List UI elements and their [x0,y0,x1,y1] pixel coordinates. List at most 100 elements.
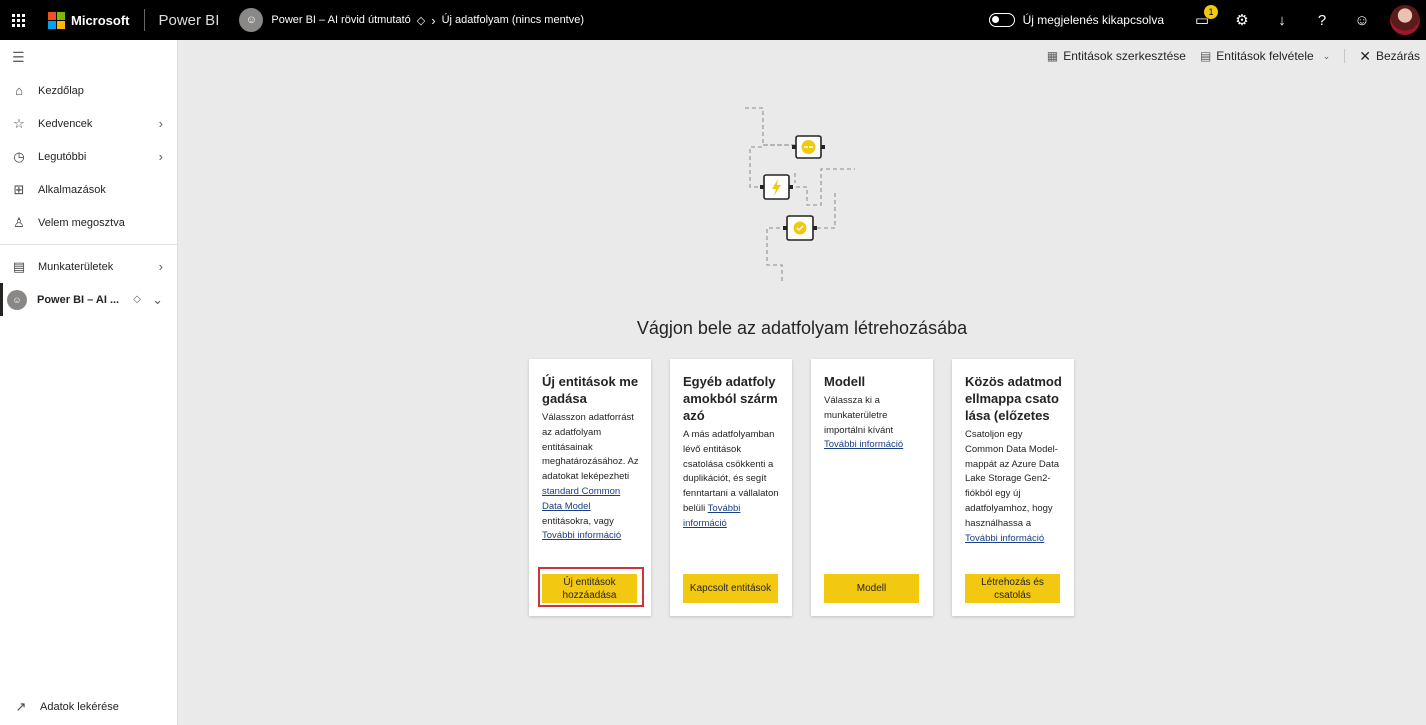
edit-entities-button[interactable]: ▦ Entitások szerkesztése [1047,49,1186,63]
sidebar-item-favorites[interactable]: ☆ Kedvencek › [0,107,177,140]
feedback-button[interactable]: ☺ [1342,0,1382,40]
chevron-down-icon[interactable]: ⌄ [152,292,163,308]
learn-more-link[interactable]: További információ [542,530,621,541]
sidebar-item-recent[interactable]: ◷ Legutóbbi › [0,140,177,173]
close-label: Bezárás [1375,49,1420,63]
card-attach-cdm-folder: Közös adatmodellmappa csatolása (előzete… [952,359,1074,616]
gear-icon: ⚙ [1235,12,1249,29]
close-icon: ✕ [1359,47,1371,64]
learn-more-link[interactable]: További információ [824,439,903,450]
card-title: Közös adatmodellmappa csatolása (előzete… [965,374,1062,423]
apps-icon: ⊞ [13,181,25,197]
workspace-avatar-icon: ☺ [7,289,27,310]
new-look-label: Új megjelenés kikapcsolva [1022,13,1164,27]
cdm-link[interactable]: standard Common Data Model [542,486,620,512]
microsoft-logo-icon [48,11,65,29]
sidebar-item-label: Kezdőlap [38,84,84,97]
add-new-entities-button[interactable]: Új entitások hozzáadása [542,574,637,603]
chevron-right-icon[interactable]: › [159,259,163,274]
help-button[interactable]: ? [1302,0,1342,40]
divider [0,244,177,245]
power-query-node-icon [760,174,793,200]
model-button[interactable]: Modell [824,574,919,603]
new-look-toggle[interactable] [988,13,1015,27]
premium-diamond-icon: ◇ [133,294,141,305]
sidebar: ☰ ⌂ Kezdőlap ☆ Kedvencek › ◷ Legutóbbi ›… [0,40,178,725]
notification-badge: 1 [1204,5,1218,19]
divider [1344,49,1346,63]
add-table-icon: ▤ [1199,49,1212,63]
shared-icon: ♙ [13,214,25,230]
sidebar-item-label: Power BI – AI ... [37,293,120,306]
sidebar-item-home[interactable]: ⌂ Kezdőlap [0,74,177,107]
app-launcher-button[interactable] [0,0,36,40]
star-icon: ☆ [13,115,25,131]
settings-button[interactable]: ⚙ [1222,0,1262,40]
sidebar-item-label: Kedvencek [38,117,93,130]
option-cards: Új entitások megadása Válasszon adatforr… [529,359,1074,616]
card-text: entitásokra, vagy [542,515,614,527]
linked-entities-button[interactable]: Kapcsolt entitások [683,574,778,603]
product-name[interactable]: Power BI [159,12,220,29]
profile-avatar[interactable] [1390,5,1420,35]
card-title: Egyéb adatfolyamokból származó [683,374,778,423]
arrow-up-right-icon: ↗ [15,699,27,714]
add-entities-label: Entitások felvétele [1216,49,1314,63]
top-right-actions: Új megjelenés kikapcsolva ▭ 1 ⚙ ↓ ? ☺ [988,0,1426,40]
card-description: A más adatfolyamban lévő entitások csato… [683,428,780,532]
hamburger-icon: ☰ [12,48,25,65]
card-description: Csatoljon egy Common Data Model-mappát a… [965,428,1062,546]
sidebar-item-apps[interactable]: ⊞ Alkalmazások [0,173,177,206]
download-button[interactable]: ↓ [1262,0,1302,40]
page-headline: Vágjon bele az adatfolyam létrehozásába [636,318,968,338]
waffle-icon [11,13,25,27]
card-title: Modell [824,374,866,389]
card-text: Válassza ki a munkaterületre importálni … [824,395,894,436]
breadcrumb-page: Új adatfolyam (nincs mentve) [441,14,585,26]
learn-more-link[interactable]: További információ [965,533,1044,544]
breadcrumb: Power BI – AI rövid útmutató ◇ › Új adat… [271,13,584,28]
chevron-down-icon[interactable]: ⌄ [1323,51,1331,62]
edit-table-icon: ▦ [1046,49,1059,63]
microsoft-logo[interactable]: Microsoft [48,11,130,29]
sidebar-item-shared[interactable]: ♙ Velem megosztva [0,206,177,239]
add-entities-button[interactable]: ▤ Entitások felvétele ⌄ [1200,49,1330,63]
sidebar-item-workspaces[interactable]: ▤ Munkaterületek › [0,250,177,283]
card-description: Válasszon adatforrást az adatfolyam enti… [542,411,639,544]
edit-entities-label: Entitások szerkesztése [1063,49,1186,63]
get-data-label: Adatok lekérése [40,701,119,713]
card-model: Modell Válassza ki a munkaterületre impo… [811,359,933,616]
close-button[interactable]: ✕ Bezárás [1359,48,1420,65]
card-text: A más adatfolyamban lévő entitások csato… [683,429,779,514]
brand-name: Microsoft [71,12,130,28]
home-icon: ⌂ [15,83,23,98]
command-bar: ▦ Entitások szerkesztése ▤ Entitások fel… [1047,44,1426,68]
chevron-right-icon[interactable]: › [159,116,163,131]
notifications-button[interactable]: ▭ 1 [1182,0,1222,40]
card-define-new-entities: Új entitások megadása Válasszon adatforr… [529,359,651,616]
divider [143,9,145,31]
premium-diamond-icon: ◇ [416,14,426,27]
sidebar-item-label: Velem megosztva [38,216,125,229]
dataflow-illustration [745,107,855,283]
chevron-right-icon[interactable]: › [159,149,163,164]
hamburger-menu-button[interactable]: ☰ [0,40,177,74]
card-text: Csatoljon egy Common Data Model-mappát a… [965,429,1059,529]
breadcrumb-workspace[interactable]: Power BI – AI rövid útmutató [271,14,410,26]
smiley-icon: ☺ [1354,11,1370,29]
sidebar-item-label: Legutóbbi [38,150,87,163]
link-node-icon [792,135,825,159]
card-title: Új entitások megadása [542,374,639,406]
workspace-avatar-icon: ☺ [239,8,264,32]
card-linked-entities: Egyéb adatfolyamokból származó A más ada… [670,359,792,616]
sidebar-item-current-workspace[interactable]: ☺ Power BI – AI ... ◇ ⌄ [0,283,177,316]
sidebar-item-label: Alkalmazások [38,183,106,196]
create-and-attach-button[interactable]: Létrehozás és csatolás [965,574,1060,603]
question-icon: ? [1317,11,1327,29]
chevron-right-icon: › [431,12,436,28]
download-icon: ↓ [1278,11,1286,29]
check-node-icon [783,215,817,241]
get-data-button[interactable]: ↗ Adatok lekérése [0,693,119,721]
card-text: Válasszon adatforrást az adatfolyam enti… [542,412,639,483]
workspaces-icon: ▤ [12,258,26,274]
